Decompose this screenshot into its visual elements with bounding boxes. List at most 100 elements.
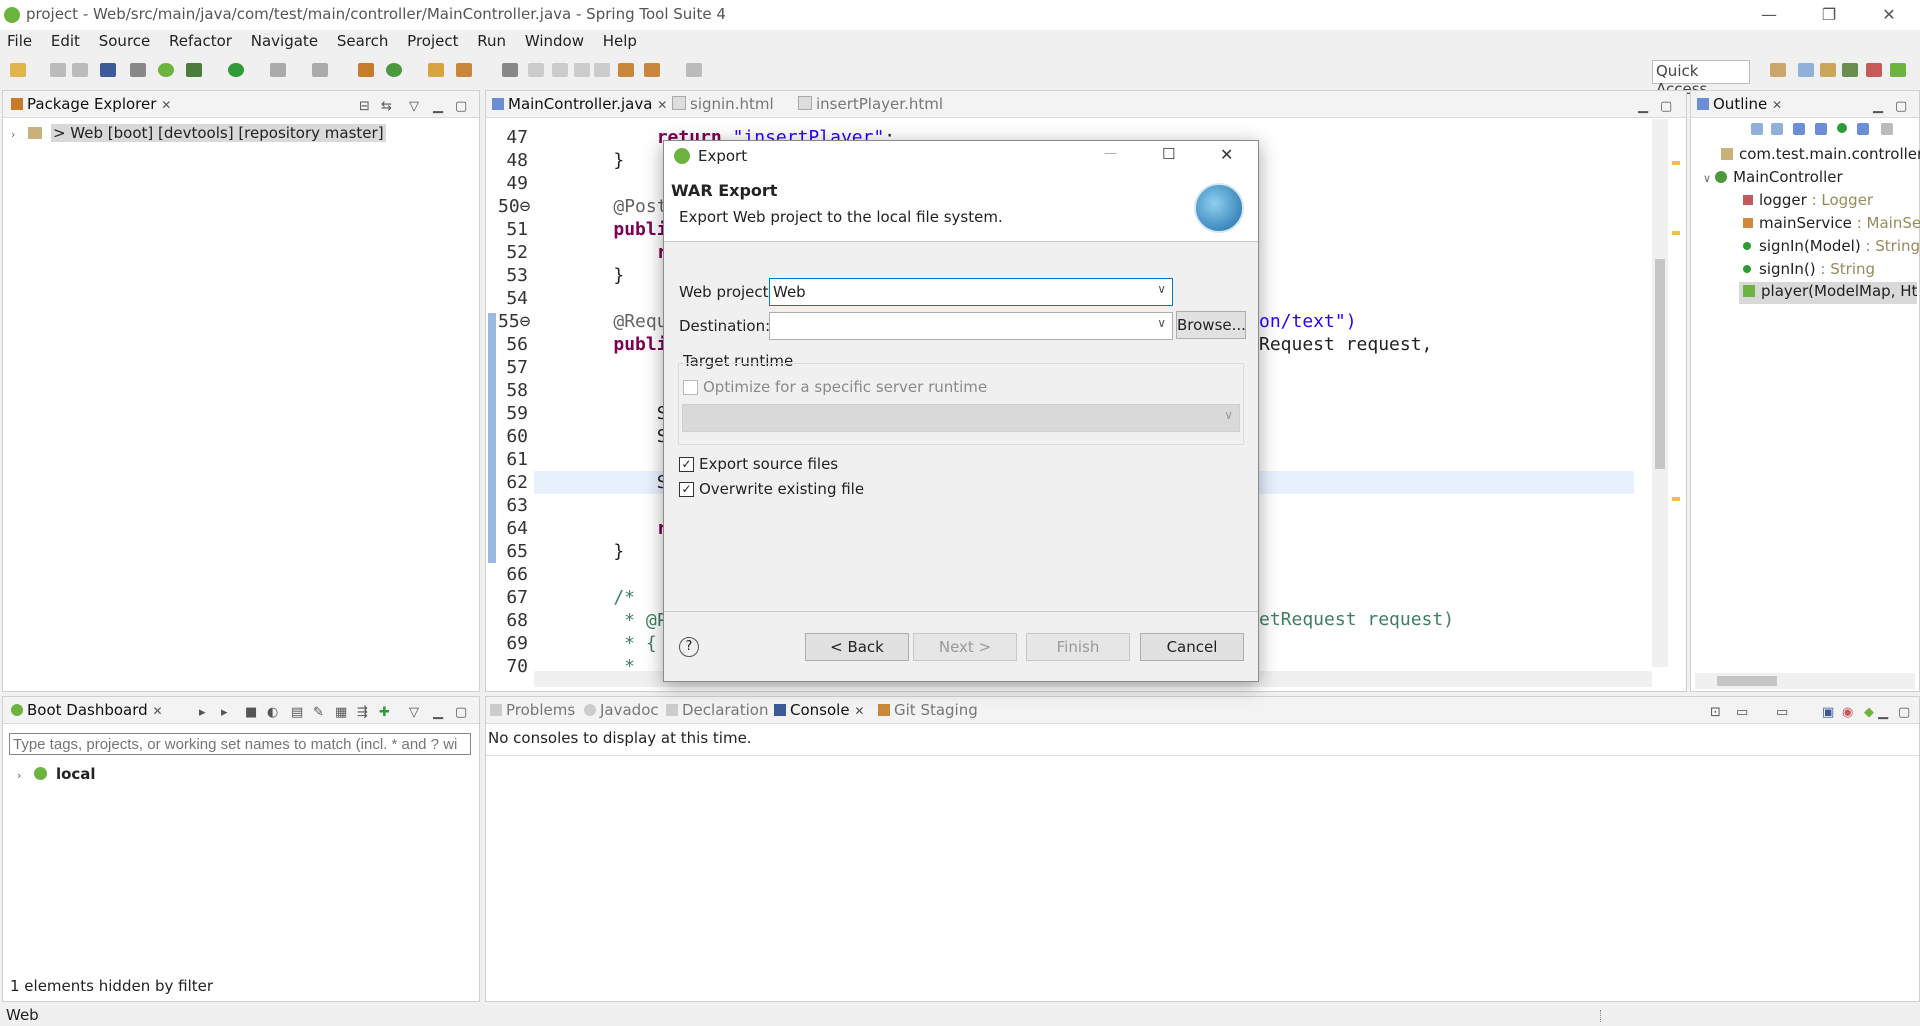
search-icon[interactable] bbox=[456, 63, 472, 77]
add-icon[interactable]: ✚ bbox=[379, 705, 390, 720]
open-perspective-icon[interactable] bbox=[1770, 63, 1786, 77]
destination-combo[interactable]: ∨ bbox=[769, 312, 1173, 340]
outline-item-package[interactable]: com.test.main.controller bbox=[1721, 145, 1920, 163]
view-menu-icon[interactable]: ▽ bbox=[409, 705, 419, 720]
git-mini-icon[interactable]: ◉ bbox=[1842, 705, 1853, 720]
debug-perspective-icon[interactable] bbox=[1842, 63, 1858, 77]
run-icon[interactable] bbox=[228, 63, 244, 77]
annotation-icon[interactable] bbox=[502, 63, 518, 77]
restore-button[interactable]: ❐ bbox=[1802, 0, 1856, 30]
display-console-icon[interactable]: ▭ bbox=[1736, 705, 1748, 720]
outline-item-field-logger[interactable]: logger : Logger bbox=[1743, 191, 1873, 209]
boot-mini-icon[interactable]: ◆ bbox=[1864, 705, 1874, 720]
toggle-mark-icon[interactable] bbox=[528, 63, 544, 77]
close-tab-icon[interactable]: ✕ bbox=[152, 704, 162, 718]
tab-signin-html[interactable]: signin.html bbox=[672, 95, 774, 113]
menu-file[interactable]: File bbox=[0, 30, 39, 52]
tree-item-web-project[interactable]: › > Web [boot] [devtools] [repository ma… bbox=[11, 124, 386, 142]
collapse-all-icon[interactable]: ⊟ bbox=[359, 99, 370, 114]
java-perspective-icon[interactable] bbox=[1798, 63, 1814, 77]
maximize-view-icon[interactable]: ▢ bbox=[1660, 99, 1672, 114]
edit-icon[interactable]: ✎ bbox=[313, 705, 324, 720]
quick-access-field[interactable]: Quick Access bbox=[1652, 60, 1750, 98]
maximize-view-icon[interactable]: ▢ bbox=[455, 705, 467, 720]
dialog-maximize-icon[interactable]: ☐ bbox=[1162, 145, 1175, 163]
pin-icon[interactable] bbox=[552, 63, 568, 77]
tab-console[interactable]: Console ✕ bbox=[774, 701, 864, 719]
new-package-icon[interactable] bbox=[358, 63, 374, 77]
help-button[interactable]: ? bbox=[679, 637, 699, 657]
scrollbar-thumb[interactable] bbox=[1655, 259, 1665, 469]
menu-source[interactable]: Source bbox=[92, 30, 158, 52]
skip-breakpoints-icon[interactable] bbox=[130, 63, 146, 77]
dialog-close-icon[interactable]: ✕ bbox=[1220, 145, 1233, 164]
menu-refactor[interactable]: Refactor bbox=[162, 30, 239, 52]
link-editor-icon[interactable]: ⇆ bbox=[381, 99, 392, 114]
overwrite-checkbox[interactable]: ✓ bbox=[679, 482, 694, 497]
web-project-combo[interactable]: Web ∨ bbox=[769, 278, 1173, 306]
close-tab-icon[interactable]: ✕ bbox=[161, 98, 171, 112]
menu-navigate[interactable]: Navigate bbox=[244, 30, 325, 52]
minimize-view-icon[interactable]: ▁ bbox=[433, 705, 443, 720]
tab-outline[interactable]: Outline ✕ bbox=[1697, 95, 1782, 113]
menu-window[interactable]: Window bbox=[518, 30, 591, 52]
menu-run[interactable]: Run bbox=[470, 30, 513, 52]
close-tab-icon[interactable]: ✕ bbox=[657, 98, 667, 112]
boot-icon[interactable] bbox=[158, 63, 174, 77]
open-type-icon[interactable] bbox=[428, 63, 444, 77]
coverage-icon[interactable] bbox=[312, 63, 328, 77]
menu-project[interactable]: Project bbox=[400, 30, 465, 52]
next-button[interactable]: Next > bbox=[913, 633, 1017, 661]
start-icon[interactable]: ▸ bbox=[199, 705, 206, 720]
vertical-scrollbar[interactable] bbox=[1652, 119, 1668, 667]
minimize-button[interactable]: — bbox=[1742, 0, 1796, 30]
hide-nonpublic-icon[interactable] bbox=[1837, 123, 1847, 133]
back-button[interactable]: < Back bbox=[805, 633, 909, 661]
minimize-view-icon[interactable]: ▁ bbox=[433, 99, 443, 114]
tab-insertplayer-html[interactable]: insertPlayer.html bbox=[798, 95, 943, 113]
java-perspective-mini-icon[interactable]: ▣ bbox=[1822, 705, 1834, 720]
forward-arrow-icon[interactable] bbox=[686, 63, 702, 77]
pin-console-icon[interactable]: ⊡ bbox=[1710, 705, 1721, 720]
save-icon[interactable] bbox=[50, 63, 66, 77]
block-select-icon[interactable] bbox=[574, 63, 590, 77]
tab-declaration[interactable]: Declaration bbox=[666, 701, 768, 719]
close-tab-icon[interactable]: ✕ bbox=[854, 704, 864, 718]
scrollbar-thumb[interactable] bbox=[1717, 676, 1777, 686]
tree-item-local[interactable]: › local bbox=[17, 765, 96, 783]
stop-icon[interactable] bbox=[270, 63, 286, 77]
chevron-down-icon[interactable]: ∨ bbox=[1157, 282, 1166, 296]
export-source-checkbox[interactable]: ✓ bbox=[679, 457, 694, 472]
outline-horizontal-scrollbar[interactable] bbox=[1695, 673, 1915, 689]
finish-button[interactable]: Finish bbox=[1026, 633, 1130, 661]
open-browser-icon[interactable]: ◐ bbox=[267, 705, 278, 720]
chevron-down-icon[interactable]: ∨ bbox=[1157, 316, 1166, 330]
minimize-view-icon[interactable]: ▁ bbox=[1878, 705, 1888, 720]
dialog-minimize-icon[interactable]: — bbox=[1104, 146, 1117, 161]
outline-item-class[interactable]: ∨ MainController bbox=[1703, 168, 1843, 186]
hide-static-icon[interactable] bbox=[1815, 123, 1827, 135]
table-icon[interactable]: ▦ bbox=[335, 705, 347, 720]
maximize-view-icon[interactable]: ▢ bbox=[455, 99, 467, 114]
collapse-all-icon[interactable] bbox=[1751, 123, 1763, 135]
pilcrow-icon[interactable] bbox=[594, 63, 610, 77]
tab-maincontroller-java[interactable]: MainController.java ✕ bbox=[492, 95, 667, 113]
view-menu-icon[interactable]: ▽ bbox=[409, 99, 419, 114]
filter-icon[interactable]: ⇶ bbox=[357, 705, 368, 720]
expand-arrow-icon[interactable]: › bbox=[11, 128, 15, 141]
view-menu-icon[interactable] bbox=[1881, 123, 1893, 135]
hide-local-types-icon[interactable] bbox=[1857, 123, 1869, 135]
close-tab-icon[interactable]: ✕ bbox=[1772, 98, 1782, 112]
tab-javadoc[interactable]: Javadoc bbox=[584, 701, 659, 719]
spring-perspective-icon[interactable] bbox=[1890, 63, 1906, 77]
menu-help[interactable]: Help bbox=[596, 30, 644, 52]
outline-item-method-player[interactable]: player(ModelMap, Htt bbox=[1739, 282, 1917, 304]
outline-item-method-signin-model[interactable]: signIn(Model) : String bbox=[1743, 237, 1920, 255]
outline-item-method-signin[interactable]: signIn() : String bbox=[1743, 260, 1875, 278]
debug-start-icon[interactable]: ▸ bbox=[221, 705, 228, 720]
maximize-view-icon[interactable]: ▢ bbox=[1898, 705, 1910, 720]
open-console-icon[interactable]: ▭ bbox=[1776, 705, 1788, 720]
expand-arrow-icon[interactable]: › bbox=[17, 769, 21, 782]
new-icon[interactable] bbox=[10, 63, 26, 77]
tab-git-staging[interactable]: Git Staging bbox=[878, 701, 978, 719]
